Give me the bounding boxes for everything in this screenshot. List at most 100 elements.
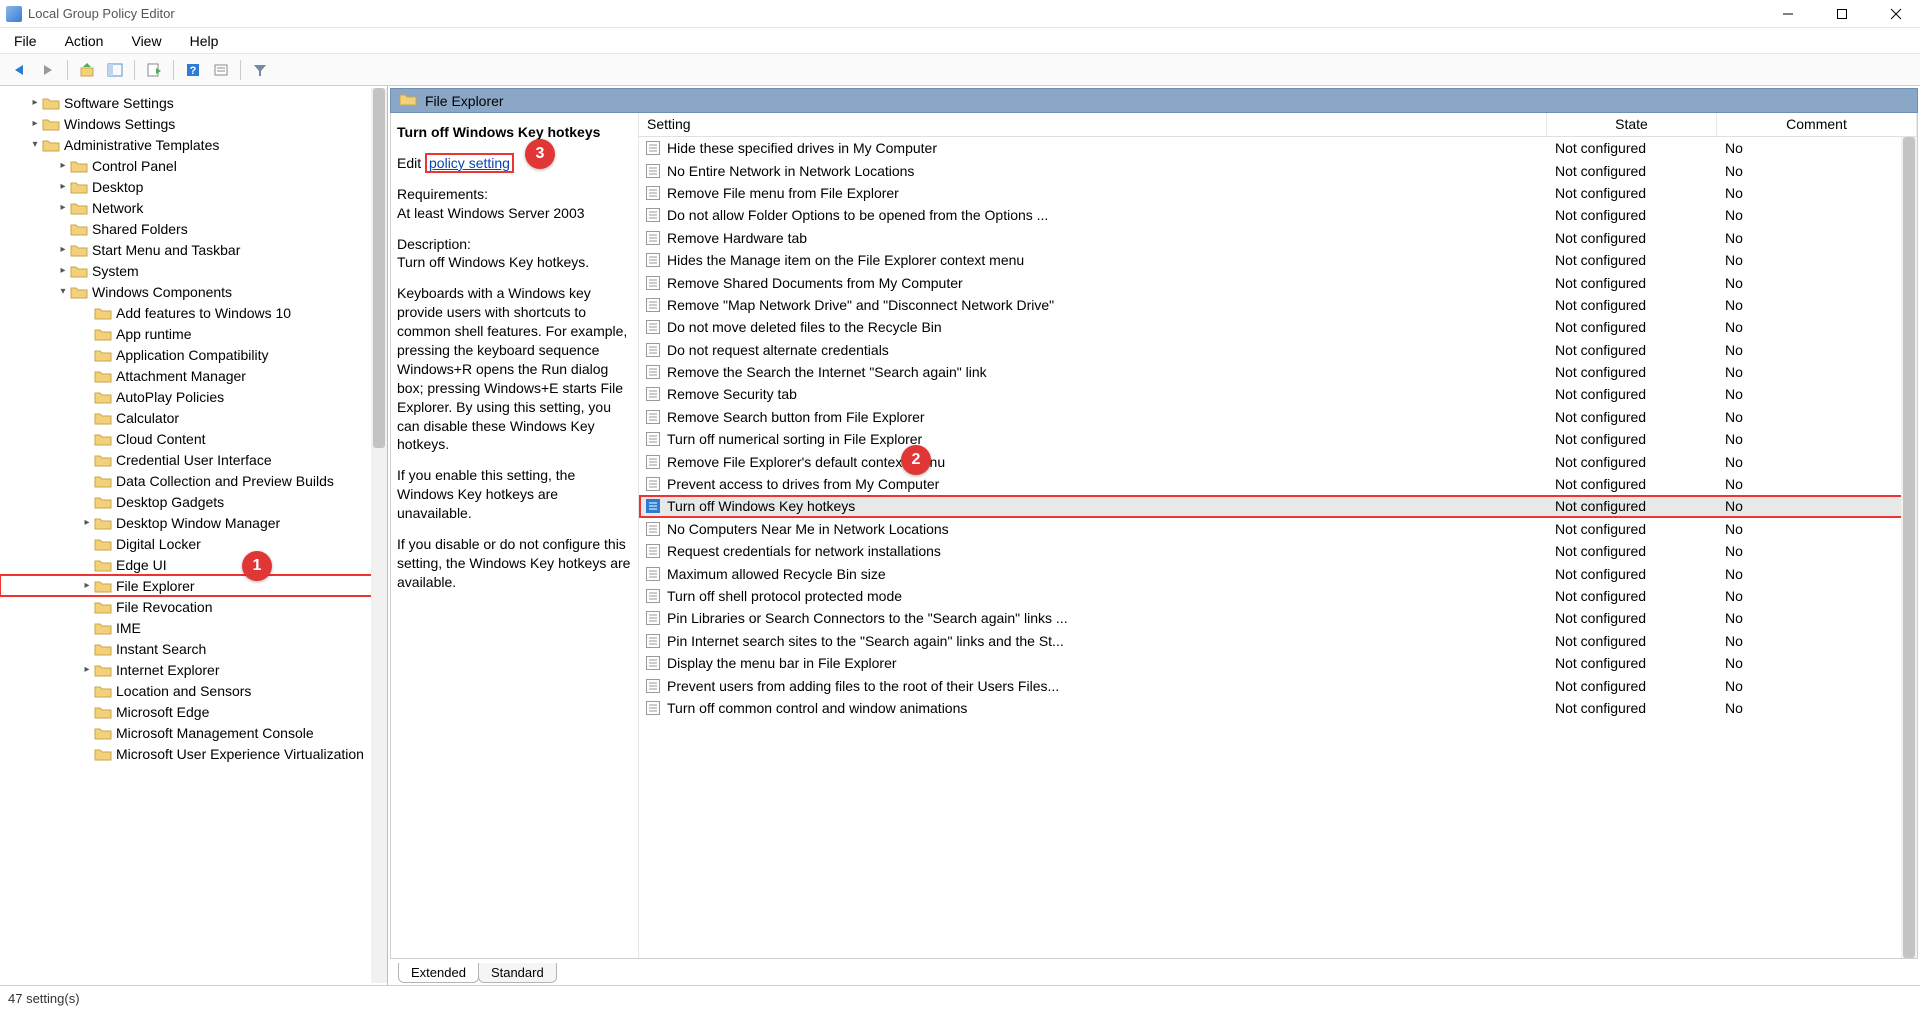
tree-item[interactable]: Add features to Windows 10	[0, 302, 387, 323]
tree-item[interactable]: Digital Locker	[0, 533, 387, 554]
tree-item[interactable]: Attachment Manager	[0, 365, 387, 386]
maximize-button[interactable]	[1830, 5, 1854, 23]
tree-item[interactable]: Microsoft Edge	[0, 701, 387, 722]
folder-icon	[70, 201, 88, 215]
tree-item[interactable]: Instant Search	[0, 638, 387, 659]
list-row[interactable]: No Computers Near Me in Network Location…	[639, 518, 1917, 540]
tree-item[interactable]: Microsoft Management Console	[0, 722, 387, 743]
expand-chevron-icon[interactable]: ▸	[56, 244, 70, 255]
tree-item[interactable]: Microsoft User Experience Virtualization	[0, 743, 387, 764]
show-hide-tree-button[interactable]	[103, 58, 127, 82]
tree-item[interactable]: ▸Desktop	[0, 176, 387, 197]
list-row[interactable]: Request credentials for network installa…	[639, 540, 1917, 562]
col-state[interactable]: State	[1547, 113, 1717, 136]
tree-item[interactable]: AutoPlay Policies	[0, 386, 387, 407]
tree-item[interactable]: ▾Administrative Templates	[0, 134, 387, 155]
minimize-button[interactable]	[1776, 5, 1800, 23]
menu-view[interactable]: View	[127, 31, 165, 51]
help-button[interactable]: ?	[181, 58, 205, 82]
tree-item[interactable]: ▸Internet Explorer	[0, 659, 387, 680]
up-button[interactable]	[75, 58, 99, 82]
list-row[interactable]: Remove File menu from File ExplorerNot c…	[639, 182, 1917, 204]
filter-button[interactable]	[248, 58, 272, 82]
expand-chevron-icon[interactable]: ▸	[80, 580, 94, 591]
expand-chevron-icon[interactable]: ▾	[56, 286, 70, 297]
list-row[interactable]: Turn off common control and window anima…	[639, 697, 1917, 719]
list-row[interactable]: Prevent access to drives from My Compute…	[639, 473, 1917, 495]
tree-item[interactable]: ▸Software Settings	[0, 92, 387, 113]
list-row[interactable]: Remove Search button from File ExplorerN…	[639, 406, 1917, 428]
expand-chevron-icon[interactable]: ▸	[80, 517, 94, 528]
tree-item[interactable]: ▸Windows Settings	[0, 113, 387, 134]
tree-scrollbar[interactable]	[371, 88, 387, 983]
tab-extended[interactable]: Extended	[398, 963, 479, 983]
back-button[interactable]	[8, 58, 32, 82]
expand-chevron-icon[interactable]: ▾	[28, 139, 42, 150]
tree-item[interactable]: ▸Desktop Window Manager	[0, 512, 387, 533]
tree-item[interactable]: Data Collection and Preview Builds	[0, 470, 387, 491]
tree-item[interactable]: ▾Windows Components	[0, 281, 387, 302]
policy-setting-link[interactable]: policy setting	[429, 155, 510, 171]
list-row[interactable]: Remove Hardware tabNot configuredNo	[639, 227, 1917, 249]
export-button[interactable]	[142, 58, 166, 82]
tree-item[interactable]: ▸Start Menu and Taskbar	[0, 239, 387, 260]
tree-item[interactable]: IME	[0, 617, 387, 638]
list-row[interactable]: Do not allow Folder Options to be opened…	[639, 204, 1917, 226]
list-row[interactable]: Do not request alternate credentialsNot …	[639, 339, 1917, 361]
svg-text:?: ?	[190, 65, 197, 77]
tree-item[interactable]: Desktop Gadgets	[0, 491, 387, 512]
tree-item[interactable]: ▸File Explorer	[0, 575, 387, 596]
tree-item[interactable]: Edge UI	[0, 554, 387, 575]
settings-list[interactable]: Setting State Comment Hide these specifi…	[639, 113, 1917, 958]
list-row[interactable]: Pin Internet search sites to the "Search…	[639, 630, 1917, 652]
list-row[interactable]: Display the menu bar in File ExplorerNot…	[639, 652, 1917, 674]
expand-chevron-icon[interactable]: ▸	[80, 664, 94, 675]
menu-help[interactable]: Help	[186, 31, 223, 51]
expand-chevron-icon[interactable]: ▸	[28, 97, 42, 108]
list-row[interactable]: Maximum allowed Recycle Bin sizeNot conf…	[639, 562, 1917, 584]
expand-chevron-icon[interactable]: ▸	[56, 181, 70, 192]
expand-chevron-icon[interactable]: ▸	[56, 265, 70, 276]
tree-item[interactable]: Location and Sensors	[0, 680, 387, 701]
col-comment[interactable]: Comment	[1717, 113, 1917, 136]
tree-item[interactable]: Application Compatibility	[0, 344, 387, 365]
tree-item[interactable]: ▸Control Panel	[0, 155, 387, 176]
tree-item[interactable]: ▸System	[0, 260, 387, 281]
close-button[interactable]	[1884, 5, 1908, 23]
menu-action[interactable]: Action	[61, 31, 108, 51]
list-scrollbar[interactable]	[1901, 137, 1917, 958]
col-setting[interactable]: Setting	[639, 113, 1547, 136]
expand-chevron-icon[interactable]: ▸	[28, 118, 42, 129]
list-row[interactable]: Hides the Manage item on the File Explor…	[639, 249, 1917, 271]
properties-button[interactable]	[209, 58, 233, 82]
expand-chevron-icon[interactable]: ▸	[56, 202, 70, 213]
scrollbar-thumb[interactable]	[373, 88, 385, 448]
tree-item[interactable]: ▸Network	[0, 197, 387, 218]
list-row[interactable]: Remove File Explorer's default context m…	[639, 450, 1917, 472]
list-row[interactable]: Remove Shared Documents from My Computer…	[639, 271, 1917, 293]
list-row[interactable]: Remove Security tabNot configuredNo	[639, 383, 1917, 405]
list-row[interactable]: No Entire Network in Network LocationsNo…	[639, 159, 1917, 181]
list-row[interactable]: Remove "Map Network Drive" and "Disconne…	[639, 294, 1917, 316]
tab-standard[interactable]: Standard	[478, 963, 557, 983]
list-row[interactable]: Hide these specified drives in My Comput…	[639, 137, 1917, 159]
menu-file[interactable]: File	[10, 31, 41, 51]
list-row[interactable]: Turn off Windows Key hotkeysNot configur…	[639, 495, 1917, 517]
expand-chevron-icon[interactable]: ▸	[56, 160, 70, 171]
tree-item[interactable]: Calculator	[0, 407, 387, 428]
tree-item[interactable]: File Revocation	[0, 596, 387, 617]
list-row[interactable]: Remove the Search the Internet "Search a…	[639, 361, 1917, 383]
list-row[interactable]: Pin Libraries or Search Connectors to th…	[639, 607, 1917, 629]
list-row[interactable]: Do not move deleted files to the Recycle…	[639, 316, 1917, 338]
folder-icon	[94, 747, 112, 761]
list-row[interactable]: Prevent users from adding files to the r…	[639, 674, 1917, 696]
list-row[interactable]: Turn off numerical sorting in File Explo…	[639, 428, 1917, 450]
forward-button[interactable]	[36, 58, 60, 82]
tree[interactable]: ▸Software Settings▸Windows Settings▾Admi…	[0, 86, 387, 985]
tree-item[interactable]: Cloud Content	[0, 428, 387, 449]
tree-item[interactable]: Credential User Interface	[0, 449, 387, 470]
scrollbar-thumb[interactable]	[1903, 137, 1915, 958]
tree-item[interactable]: Shared Folders	[0, 218, 387, 239]
tree-item[interactable]: App runtime	[0, 323, 387, 344]
list-row[interactable]: Turn off shell protocol protected modeNo…	[639, 585, 1917, 607]
